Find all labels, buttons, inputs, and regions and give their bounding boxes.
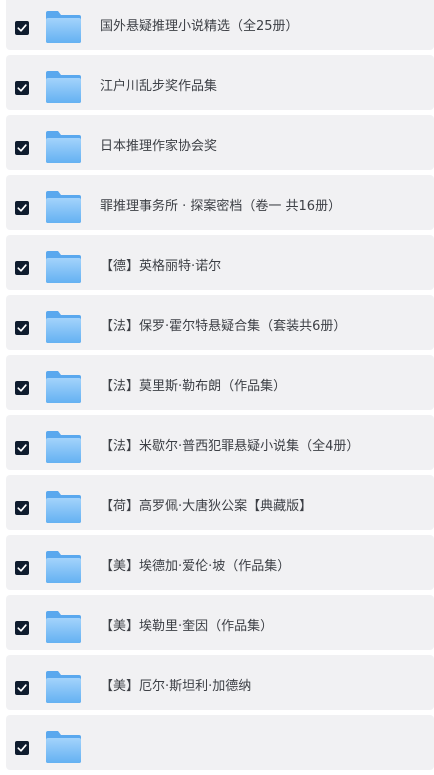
checkbox[interactable] [15,501,29,515]
folder-name: 江户川乱步奖作品集 [100,79,218,94]
checkbox[interactable] [15,441,29,455]
folder-icon [45,430,82,464]
list-item[interactable]: 【法】莫里斯·勒布朗（作品集） [6,355,434,410]
checkbox[interactable] [15,141,29,155]
checkbox[interactable] [15,561,29,575]
list-item[interactable] [6,715,434,770]
checkmark-icon [17,444,27,452]
list-item[interactable]: 江户川乱步奖作品集 [6,55,434,110]
file-list: 国外悬疑推理小说精选（全25册） 江户川乱步奖作品集 日本推理作家协会奖 罪推理… [6,0,434,775]
folder-icon [45,670,82,704]
folder-name: 【法】莫里斯·勒布朗（作品集） [100,379,287,394]
list-item[interactable]: 【美】埃德加·爱伦·坡（作品集） [6,535,434,590]
checkbox[interactable] [15,321,29,335]
folder-name: 国外悬疑推理小说精选（全25册） [100,19,299,34]
checkbox[interactable] [15,21,29,35]
checkbox[interactable] [15,621,29,635]
checkbox[interactable] [15,741,29,755]
folder-name: 日本推理作家协会奖 [100,139,218,154]
checkbox[interactable] [15,261,29,275]
list-item[interactable]: 罪推理事务所 · 探案密档（卷一 共16册） [6,175,434,230]
list-item[interactable]: 【德】英格丽特·诺尔 [6,235,434,290]
folder-icon [45,370,82,404]
list-item[interactable]: 【法】保罗·霍尔特悬疑合集（套装共6册） [6,295,434,350]
checkbox[interactable] [15,201,29,215]
checkmark-icon [17,84,27,92]
checkmark-icon [17,264,27,272]
list-item[interactable]: 日本推理作家协会奖 [6,115,434,170]
checkmark-icon [17,144,27,152]
folder-name: 【德】英格丽特·诺尔 [100,259,222,274]
checkmark-icon [17,324,27,332]
folder-icon [45,190,82,224]
folder-name: 【法】米歇尔·普西犯罪悬疑小说集（全4册） [100,439,360,454]
folder-icon [45,250,82,284]
folder-icon [45,490,82,524]
list-item[interactable]: 【法】米歇尔·普西犯罪悬疑小说集（全4册） [6,415,434,470]
folder-icon [45,10,82,44]
folder-icon [45,610,82,644]
checkbox[interactable] [15,681,29,695]
checkbox[interactable] [15,81,29,95]
checkmark-icon [17,204,27,212]
folder-name: 【荷】高罗佩·大唐狄公案【典藏版】 [100,499,313,514]
list-item[interactable]: 【荷】高罗佩·大唐狄公案【典藏版】 [6,475,434,530]
checkmark-icon [17,624,27,632]
checkmark-icon [17,504,27,512]
folder-icon [45,310,82,344]
checkmark-icon [17,744,27,752]
checkbox[interactable] [15,381,29,395]
folder-name: 【美】埃德加·爱伦·坡（作品集） [100,559,291,574]
checkmark-icon [17,564,27,572]
folder-icon [45,130,82,164]
checkmark-icon [17,384,27,392]
list-item[interactable]: 【美】埃勒里·奎因（作品集） [6,595,434,650]
folder-icon [45,70,82,104]
folder-name: 【美】厄尔·斯坦利·加德纳 [100,679,252,694]
folder-icon [45,730,82,764]
folder-name: 【美】埃勒里·奎因（作品集） [100,619,274,634]
folder-name: 【法】保罗·霍尔特悬疑合集（套装共6册） [100,319,347,334]
folder-icon [45,550,82,584]
checkmark-icon [17,684,27,692]
folder-name: 罪推理事务所 · 探案密档（卷一 共16册） [100,199,342,214]
list-item[interactable]: 【美】厄尔·斯坦利·加德纳 [6,655,434,710]
checkmark-icon [17,24,27,32]
list-item[interactable]: 国外悬疑推理小说精选（全25册） [6,0,434,50]
